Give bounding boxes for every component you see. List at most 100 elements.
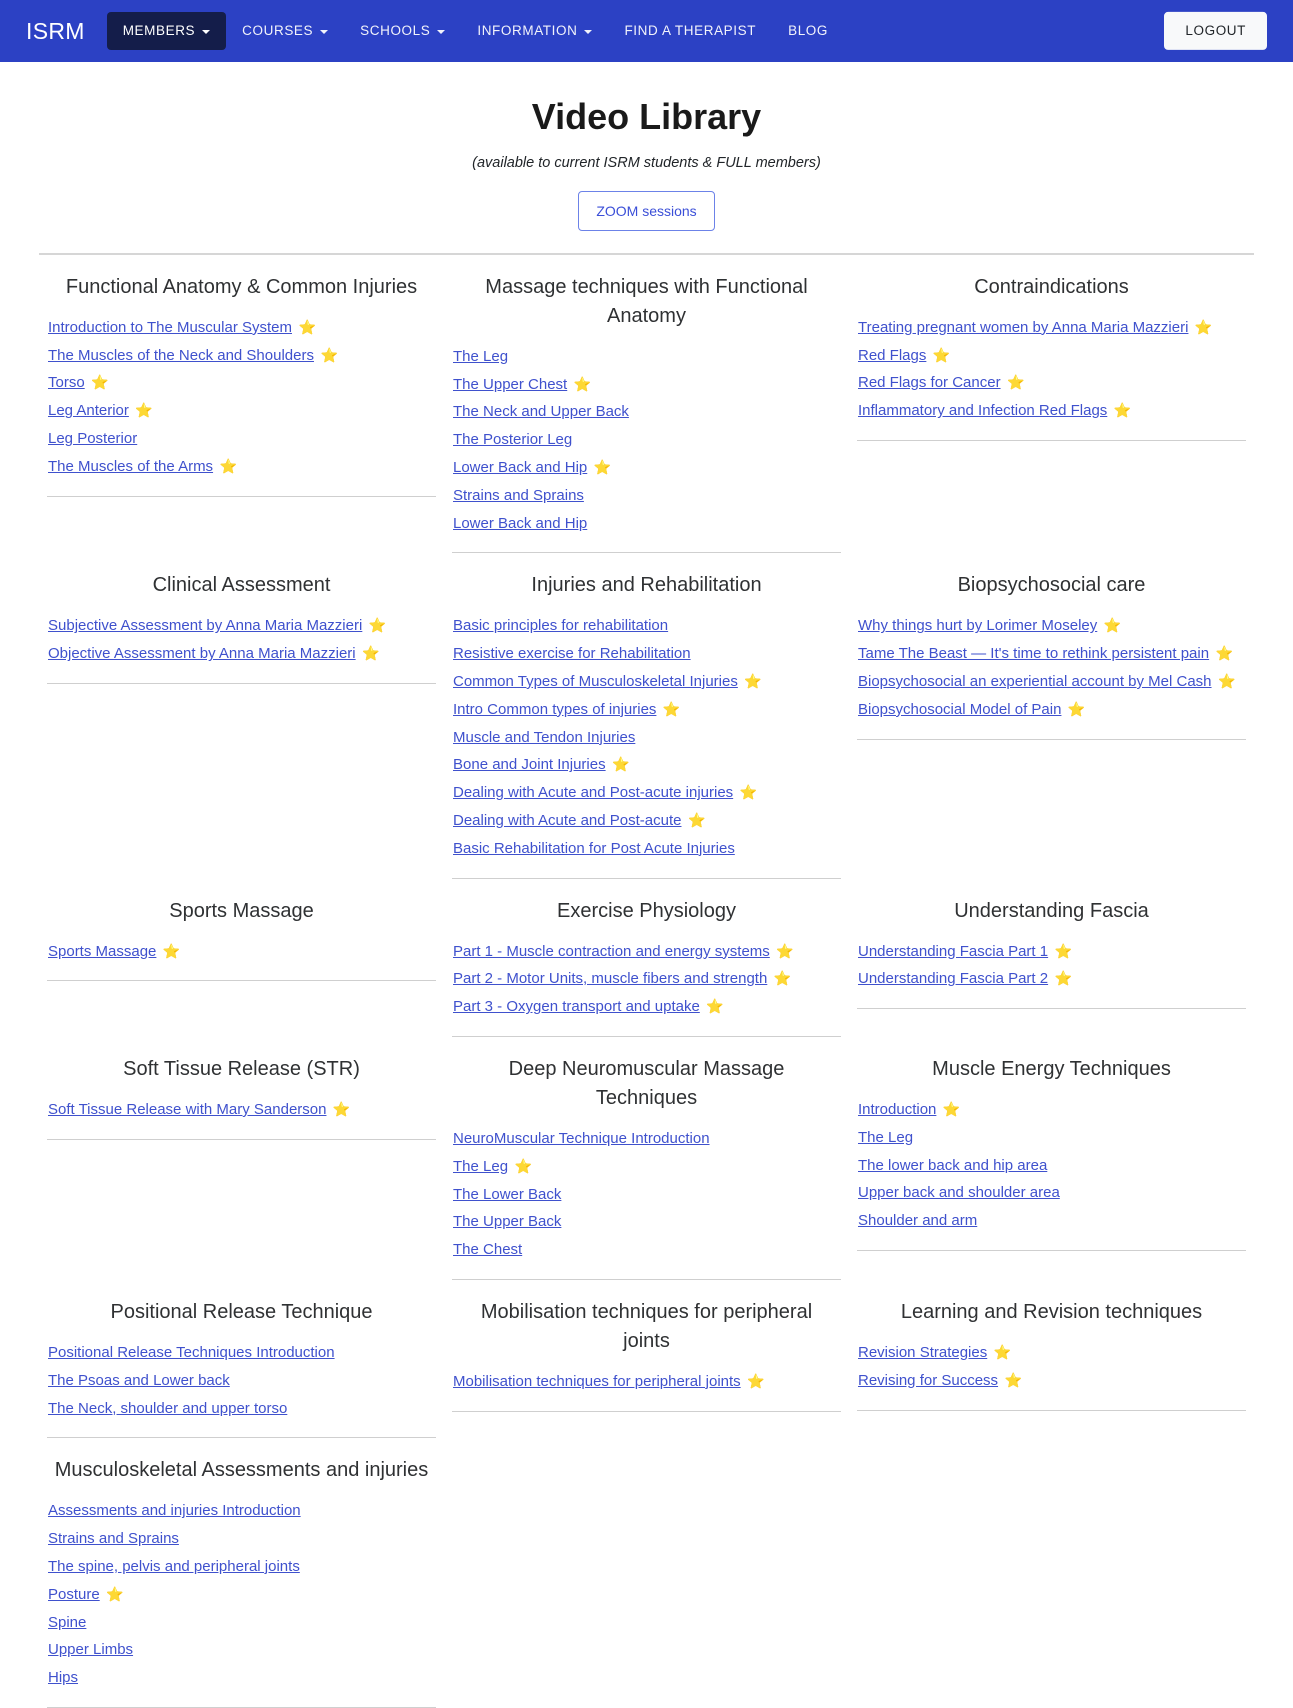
video-link[interactable]: Leg Posterior: [48, 430, 137, 447]
section-card: Learning and Revision techniques Revision…: [849, 1280, 1254, 1411]
video-link[interactable]: Strains and Sprains: [453, 487, 584, 504]
video-link-row: The Leg: [858, 1126, 1246, 1151]
video-link[interactable]: Dealing with Acute and Post-acute: [453, 812, 681, 829]
video-link[interactable]: NeuroMuscular Technique Introduction: [453, 1130, 710, 1147]
nav-items: MEMBERS COURSES SCHOOLS INFORMATION FIND A T…: [106, 11, 844, 51]
video-link[interactable]: The Leg: [453, 348, 508, 365]
video-link[interactable]: Biopsychosocial Model of Pain: [858, 701, 1061, 718]
video-link[interactable]: Lower Back and Hip: [453, 515, 587, 532]
video-link[interactable]: The Upper Chest: [453, 376, 567, 393]
video-link[interactable]: Why things hurt by Lorimer Moseley: [858, 617, 1097, 634]
video-link[interactable]: Revision Strategies: [858, 1344, 987, 1361]
video-link-list: Mobilisation techniques for peripheral j…: [452, 1370, 841, 1395]
video-link-row: Muscle and Tendon Injuries: [453, 726, 841, 751]
section-card: Contraindications Treating pregnant women…: [849, 255, 1254, 441]
video-link-row: Torso ⭐: [48, 371, 436, 396]
video-link[interactable]: Upper Limbs: [48, 1641, 133, 1658]
video-link[interactable]: The lower back and hip area: [858, 1157, 1047, 1174]
video-link[interactable]: Red Flags: [858, 347, 926, 364]
video-link[interactable]: Sports Massage: [48, 943, 156, 960]
nav-item-label: COURSES: [242, 22, 314, 38]
video-link[interactable]: Understanding Fascia Part 1: [858, 943, 1048, 960]
video-link[interactable]: Dealing with Acute and Post-acute injuri…: [453, 784, 733, 801]
video-link[interactable]: Hips: [48, 1669, 78, 1686]
video-link[interactable]: The Neck, shoulder and upper torso: [48, 1400, 287, 1417]
video-link[interactable]: Introduction: [858, 1101, 936, 1118]
zoom-sessions-button[interactable]: ZOOM sessions: [578, 190, 715, 231]
video-link[interactable]: The Leg: [453, 1158, 508, 1175]
section-title: Biopsychosocial care: [957, 574, 1146, 597]
section-title: Sports Massage: [169, 899, 314, 922]
video-link[interactable]: Shoulder and arm: [858, 1212, 977, 1229]
video-link-list: Soft Tissue Release with Mary Sanderson …: [47, 1098, 436, 1123]
video-link[interactable]: Tame The Beast — It's time to rethink pe…: [858, 645, 1209, 662]
video-link[interactable]: Upper back and shoulder area: [858, 1184, 1060, 1201]
video-link[interactable]: Assessments and injuries Introduction: [48, 1502, 301, 1519]
video-link[interactable]: The Posterior Leg: [453, 431, 572, 448]
star-icon: ⭐: [993, 1343, 1012, 1360]
nav-item-find-a-therapist[interactable]: FIND A THERAPIST: [608, 12, 772, 50]
nav-item-information[interactable]: INFORMATION: [461, 12, 608, 50]
logout-button[interactable]: LOGOUT: [1164, 11, 1267, 51]
nav-item-label: FIND A THERAPIST: [624, 22, 757, 38]
video-link[interactable]: Basic principles for rehabilitation: [453, 617, 668, 634]
video-link-row: Bone and Joint Injuries ⭐: [453, 753, 841, 778]
star-icon: ⭐: [739, 784, 758, 801]
video-link[interactable]: The Leg: [858, 1129, 913, 1146]
video-link[interactable]: Red Flags for Cancer: [858, 374, 1001, 391]
video-library-grid: Functional Anatomy & Common Injuries Intr…: [39, 255, 1254, 1708]
video-link[interactable]: Mobilisation techniques for peripheral j…: [453, 1373, 741, 1390]
video-link[interactable]: Muscle and Tendon Injuries: [453, 729, 635, 746]
video-link[interactable]: Introduction to The Muscular System: [48, 319, 292, 336]
video-link[interactable]: Positional Release Techniques Introducti…: [48, 1344, 335, 1361]
video-link[interactable]: Treating pregnant women by Anna Maria Ma…: [858, 319, 1188, 336]
video-link[interactable]: Part 3 - Oxygen transport and uptake: [453, 998, 700, 1015]
video-link[interactable]: Torso: [48, 374, 85, 391]
video-link-row: Dealing with Acute and Post-acute ⭐: [453, 809, 841, 834]
video-link[interactable]: The Upper Back: [453, 1213, 561, 1230]
section-body: Positional Release Techniques Introducti…: [47, 1341, 436, 1439]
nav-item-blog[interactable]: BLOG: [772, 12, 844, 50]
video-link[interactable]: Intro Common types of injuries: [453, 701, 656, 718]
nav-item-courses[interactable]: COURSES: [226, 12, 344, 50]
video-link[interactable]: Objective Assessment by Anna Maria Mazzi…: [48, 645, 356, 662]
section-body: Introduction ⭐ The Leg The lower back and …: [857, 1098, 1246, 1251]
video-link[interactable]: Lower Back and Hip: [453, 459, 587, 476]
video-link-row: Lower Back and Hip ⭐: [453, 456, 841, 481]
video-link[interactable]: Leg Anterior: [48, 402, 129, 419]
video-link[interactable]: Soft Tissue Release with Mary Sanderson: [48, 1101, 326, 1118]
video-link-row: Resistive exercise for Rehabilitation: [453, 642, 841, 667]
video-link[interactable]: Common Types of Musculoskeletal Injuries: [453, 673, 738, 690]
video-link[interactable]: The Psoas and Lower back: [48, 1372, 230, 1389]
video-link-row: Understanding Fascia Part 2 ⭐: [858, 967, 1246, 992]
nav-item-schools[interactable]: SCHOOLS: [344, 12, 461, 50]
video-link[interactable]: The Lower Back: [453, 1186, 561, 1203]
video-link[interactable]: Understanding Fascia Part 2: [858, 970, 1048, 987]
video-link[interactable]: Part 1 - Muscle contraction and energy s…: [453, 943, 770, 960]
video-link[interactable]: The Neck and Upper Back: [453, 403, 629, 420]
video-link[interactable]: The Muscles of the Arms: [48, 458, 213, 475]
video-link[interactable]: Part 2 - Motor Units, muscle fibers and …: [453, 970, 767, 987]
video-link[interactable]: Basic Rehabilitation for Post Acute Inju…: [453, 840, 735, 857]
video-link[interactable]: Subjective Assessment by Anna Maria Mazz…: [48, 617, 362, 634]
video-link[interactable]: The Muscles of the Neck and Shoulders: [48, 347, 314, 364]
video-link[interactable]: Bone and Joint Injuries: [453, 756, 606, 773]
video-link[interactable]: The Chest: [453, 1241, 522, 1258]
section-card: Biopsychosocial care Why things hurt by L…: [849, 553, 1254, 740]
page-title: Video Library: [531, 96, 762, 137]
video-link[interactable]: Biopsychosocial an experiential account …: [858, 673, 1212, 690]
video-link-row: Tame The Beast — It's time to rethink pe…: [858, 642, 1246, 667]
video-link[interactable]: Spine: [48, 1614, 86, 1631]
section-divider: [857, 1249, 1246, 1251]
brand-logo[interactable]: ISRM: [26, 19, 85, 43]
nav-item-members[interactable]: MEMBERS: [106, 11, 227, 51]
video-link[interactable]: Posture: [48, 1586, 100, 1603]
video-link[interactable]: Resistive exercise for Rehabilitation: [453, 645, 691, 662]
video-link[interactable]: Revising for Success: [858, 1372, 998, 1389]
section-body: Soft Tissue Release with Mary Sanderson …: [47, 1098, 436, 1140]
video-link[interactable]: Strains and Sprains: [48, 1530, 179, 1547]
star-icon: ⭐: [1194, 318, 1213, 335]
video-link-row: The Upper Chest ⭐: [453, 373, 841, 398]
video-link[interactable]: Inflammatory and Infection Red Flags: [858, 402, 1107, 419]
video-link[interactable]: The spine, pelvis and peripheral joints: [48, 1558, 300, 1575]
